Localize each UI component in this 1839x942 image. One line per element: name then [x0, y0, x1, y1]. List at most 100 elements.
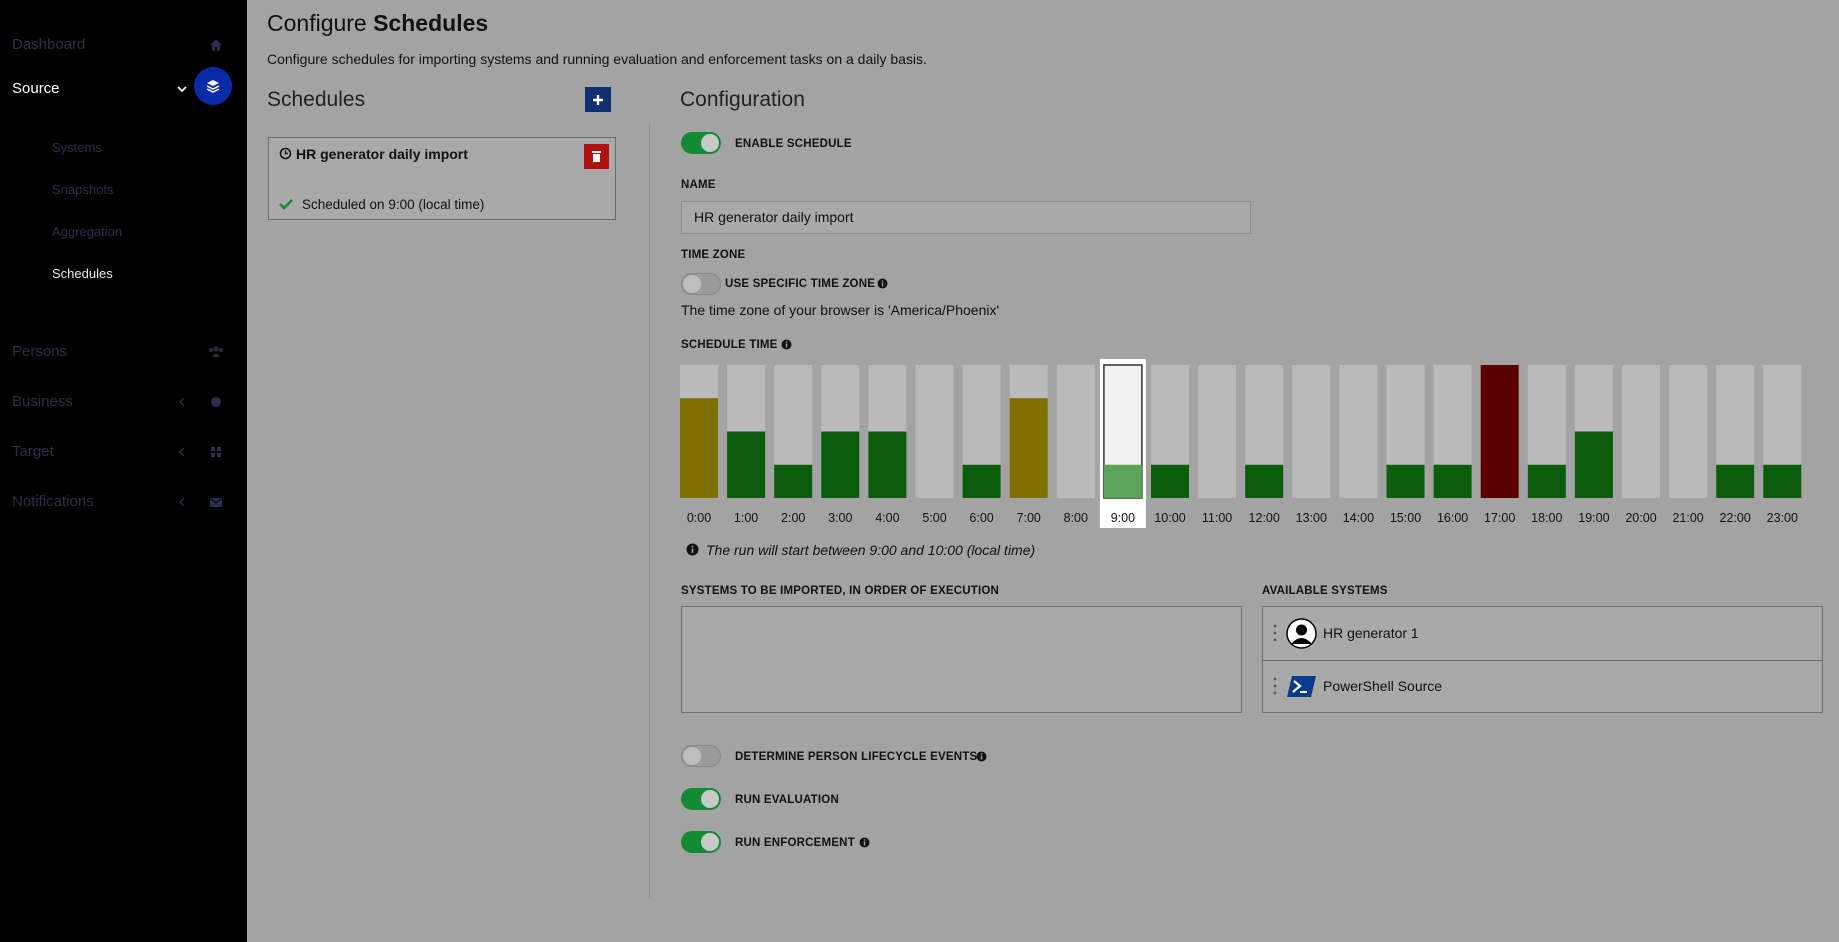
enable-schedule-label: ENABLE SCHEDULE — [735, 138, 852, 150]
info-icon[interactable] — [781, 339, 792, 350]
info-icon[interactable] — [976, 751, 987, 762]
hour-slot-0:00[interactable] — [680, 365, 718, 498]
bar-4:00 — [868, 431, 907, 498]
hour-slot-5:00[interactable] — [915, 365, 954, 498]
bar-15:00 — [1386, 464, 1425, 498]
globe-icon — [211, 397, 221, 407]
delete-schedule-button[interactable] — [584, 144, 609, 169]
hour-slot-12:00[interactable] — [1245, 365, 1284, 498]
nav-target[interactable]: Target — [0, 433, 247, 473]
hour-slot-18:00[interactable] — [1527, 365, 1566, 498]
hour-slot-1:00[interactable] — [727, 365, 766, 498]
nav-target-label: Target — [12, 443, 54, 460]
page-title-prefix: Configure — [267, 10, 367, 36]
enable-schedule-toggle[interactable] — [681, 132, 721, 154]
tick-label-4:00: 4:00 — [875, 511, 899, 525]
hour-slot-6:00[interactable] — [962, 365, 1001, 498]
hour-slot-14:00[interactable] — [1339, 365, 1378, 498]
specific-time-zone-toggle[interactable] — [681, 273, 721, 295]
hour-slot-4:00[interactable] — [868, 365, 907, 498]
sub-item-snapshots[interactable]: Snapshots — [52, 182, 113, 197]
toggle-knob — [683, 747, 701, 765]
source-layers-button[interactable] — [194, 67, 232, 105]
hour-slot-9:00[interactable] — [1103, 364, 1143, 499]
hour-slot-2:00[interactable] — [774, 365, 813, 498]
available-system-item[interactable]: PowerShell Source — [1263, 660, 1822, 713]
hour-slot-16:00[interactable] — [1433, 365, 1472, 498]
nav-notifications[interactable]: Notifications — [0, 483, 247, 523]
toggle-knob — [683, 275, 701, 293]
bar-17:00 — [1480, 365, 1519, 498]
bar-19:00 — [1574, 431, 1613, 498]
hour-slot-3:00[interactable] — [821, 365, 860, 498]
info-icon[interactable] — [877, 278, 888, 289]
info-icon[interactable] — [859, 837, 870, 848]
page-description: Configure schedules for importing system… — [267, 51, 927, 67]
bar-10:00 — [1151, 464, 1189, 498]
systems-to-import-label: SYSTEMS TO BE IMPORTED, IN ORDER OF EXEC… — [681, 585, 1000, 597]
chevron-left-icon — [178, 447, 185, 457]
systems-to-import-dropzone[interactable] — [681, 606, 1242, 713]
run-enforcement-label: RUN ENFORCEMENT — [735, 837, 855, 849]
tick-label-1:00: 1:00 — [734, 511, 758, 525]
lifecycle-events-toggle[interactable] — [681, 745, 721, 767]
bar-0:00 — [680, 398, 718, 498]
hour-slot-11:00[interactable] — [1198, 365, 1237, 498]
person-avatar-icon — [1286, 618, 1317, 649]
nav-business[interactable]: Business — [0, 383, 247, 423]
available-systems-label: AVAILABLE SYSTEMS — [1262, 585, 1388, 597]
bar-22:00 — [1716, 464, 1755, 498]
hour-slot-13:00[interactable] — [1292, 365, 1331, 498]
sub-item-systems[interactable]: Systems — [52, 140, 102, 155]
run-evaluation-toggle[interactable] — [681, 788, 721, 810]
name-input[interactable]: HR generator daily import — [681, 201, 1251, 234]
tick-label-22:00: 22:00 — [1720, 511, 1751, 525]
tick-label-14:00: 14:00 — [1343, 511, 1374, 525]
hour-slot-7:00[interactable] — [1009, 365, 1048, 498]
hour-slot-15:00[interactable] — [1386, 365, 1425, 498]
users-icon — [209, 346, 223, 357]
drag-handle-icon[interactable] — [1273, 676, 1277, 696]
sub-item-aggregation[interactable]: Aggregation — [52, 224, 122, 239]
tick-label-21:00: 21:00 — [1672, 511, 1703, 525]
configuration-heading: Configuration — [680, 88, 805, 111]
run-enforcement-toggle[interactable] — [681, 831, 721, 853]
chevron-left-icon — [178, 397, 185, 407]
chevron-left-icon — [178, 497, 185, 507]
hour-slot-23:00[interactable] — [1763, 365, 1802, 498]
trash-icon — [592, 151, 601, 162]
powershell-icon — [1287, 676, 1316, 697]
tick-label-17:00: 17:00 — [1484, 511, 1515, 525]
clock-icon — [279, 147, 292, 160]
hour-slot-17:00[interactable] — [1480, 365, 1519, 498]
sub-item-schedules[interactable]: Schedules — [52, 266, 113, 281]
nav-dashboard[interactable]: Dashboard — [0, 26, 247, 66]
selected-hour-highlight — [1099, 359, 1146, 528]
schedule-card-title: HR generator daily import — [296, 146, 468, 162]
tick-label-0:00: 0:00 — [687, 511, 711, 525]
schedule-card-status: Scheduled on 9:00 (local time) — [302, 197, 485, 212]
grid-icon — [211, 447, 221, 457]
bar-16:00 — [1433, 464, 1472, 498]
info-icon — [686, 543, 699, 556]
tick-label-8:00: 8:00 — [1064, 511, 1088, 525]
tick-label-3:00: 3:00 — [828, 511, 852, 525]
hour-slot-8:00[interactable] — [1056, 365, 1095, 498]
available-system-item[interactable]: HR generator 1 — [1263, 607, 1822, 661]
nav-business-label: Business — [12, 393, 73, 410]
hour-slot-21:00[interactable] — [1669, 365, 1708, 498]
hour-slot-20:00[interactable] — [1622, 365, 1660, 498]
available-systems-list: HR generator 1 PowerShell Source — [1262, 606, 1823, 713]
nav-persons[interactable]: Persons — [0, 333, 247, 373]
tick-label-15:00: 15:00 — [1390, 511, 1421, 525]
hour-slot-22:00[interactable] — [1716, 365, 1755, 498]
drag-handle-icon[interactable] — [1273, 623, 1277, 643]
bar-3:00 — [821, 431, 860, 498]
available-system-name: HR generator 1 — [1323, 625, 1419, 641]
add-schedule-button[interactable] — [585, 87, 611, 112]
hour-slot-10:00[interactable] — [1151, 365, 1189, 498]
hour-slot-19:00[interactable] — [1574, 365, 1613, 498]
bar-7:00 — [1009, 398, 1048, 498]
schedule-card[interactable]: HR generator daily import Scheduled on 9… — [268, 137, 616, 220]
tick-label-9:00: 9:00 — [1111, 511, 1135, 525]
